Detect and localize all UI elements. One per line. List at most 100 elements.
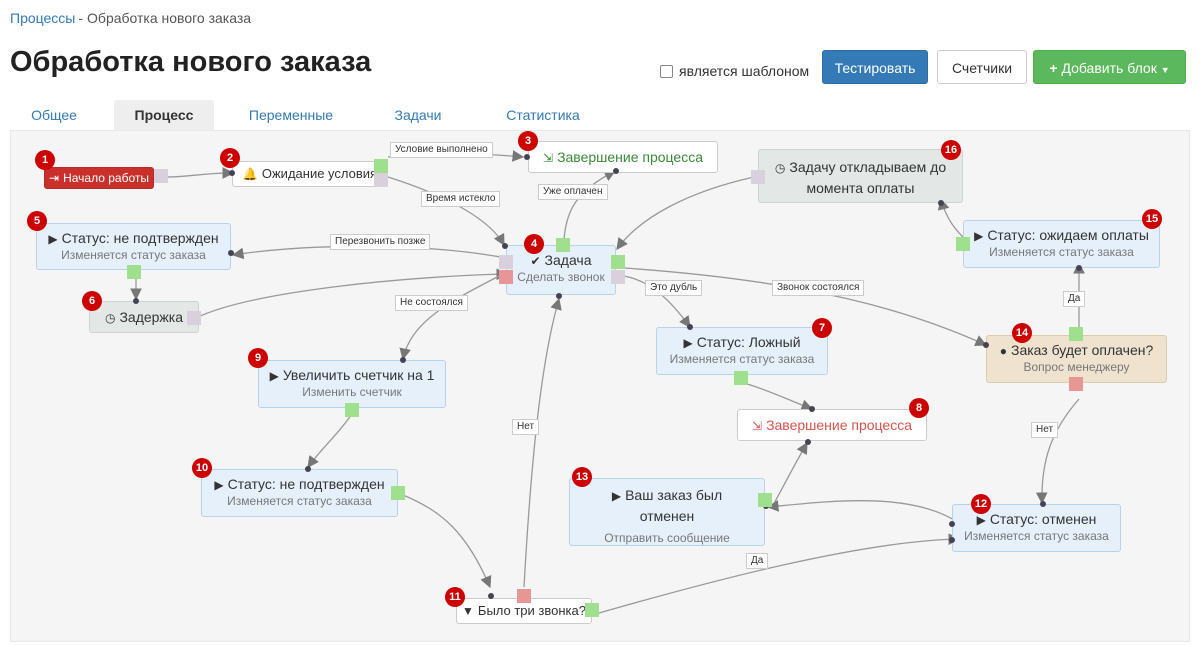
clock-icon: ◷ [774, 161, 786, 175]
node-title-line-2: момента оплаты [806, 180, 915, 196]
input-port[interactable] [305, 466, 311, 472]
output-port-duplicate[interactable] [611, 270, 625, 284]
node-wait-condition[interactable]: 🔔 Ожидание условия [232, 161, 388, 187]
node-number-badge: 1 [35, 150, 55, 170]
node-send-cancel-message[interactable]: ▶ Ваш заказ был отменен Отправить сообщен… [569, 478, 765, 546]
output-port[interactable] [127, 265, 141, 279]
node-title-row: ▶ Статус: не подтвержден [202, 476, 397, 492]
input-port[interactable] [1076, 265, 1082, 271]
input-port[interactable] [949, 537, 955, 543]
node-number-badge: 13 [572, 467, 592, 487]
node-will-be-paid-question[interactable]: ● Заказ будет оплачен? Вопрос менеджеру [986, 335, 1167, 383]
tab-tasks[interactable]: Задачи [382, 100, 454, 130]
check-icon: ✔ [530, 254, 541, 268]
input-port[interactable] [949, 521, 955, 527]
input-port[interactable] [1040, 501, 1046, 507]
breadcrumb-current: Обработка нового заказа [87, 10, 252, 26]
output-port[interactable] [956, 237, 970, 251]
link-label-already-paid: Уже оплачен [538, 184, 608, 200]
play-icon: ▶ [976, 513, 986, 527]
tab-process[interactable]: Процесс [114, 100, 214, 130]
play-icon: ▶ [269, 369, 279, 383]
output-port-condition[interactable] [374, 159, 388, 173]
test-button[interactable]: Тестировать [822, 50, 928, 84]
node-task-call[interactable]: ✔ Задача Сделать звонок [506, 245, 616, 295]
node-title-row: ▶ Увеличить счетчик на 1 [259, 367, 445, 383]
node-increment-counter[interactable]: ▶ Увеличить счетчик на 1 Изменить счетчик [258, 360, 446, 408]
add-block-label: Добавить блок [1061, 60, 1157, 76]
input-port[interactable] [133, 298, 139, 304]
add-block-button[interactable]: + Добавить блок ▼ [1033, 50, 1186, 84]
output-port-yes[interactable] [585, 603, 599, 617]
input-port[interactable] [488, 593, 494, 599]
tab-variables[interactable]: Переменные [236, 100, 346, 130]
template-checkbox[interactable] [660, 64, 673, 78]
input-port[interactable] [938, 200, 944, 206]
tab-general[interactable]: Общее [10, 100, 98, 130]
sign-out-icon: ⇲ [752, 419, 763, 433]
breadcrumb-separator: - [78, 10, 84, 26]
node-status-unconfirmed-2[interactable]: ▶ Статус: не подтвержден Изменяется стату… [201, 469, 398, 517]
output-port[interactable] [154, 169, 168, 183]
node-title-row: ◷ Задачу откладываем до [759, 157, 962, 178]
input-port[interactable] [983, 342, 989, 348]
output-port[interactable] [751, 170, 765, 184]
connection-lines [130, 150, 1085, 614]
node-subtitle: Изменяется статус заказа [989, 245, 1134, 259]
output-port[interactable] [391, 486, 405, 500]
input-port[interactable] [229, 170, 235, 176]
input-port[interactable] [524, 154, 530, 160]
output-port-held[interactable] [611, 255, 625, 269]
node-subtitle: Отправить сообщение [604, 531, 730, 545]
node-title-row: ● Заказ будет оплачен? [987, 342, 1166, 358]
output-port-call-later[interactable] [499, 255, 513, 269]
node-number-badge: 11 [445, 587, 465, 607]
node-status-false[interactable]: ▶ Статус: Ложный Изменяется статус заказа [656, 327, 828, 375]
node-status-unconfirmed-1[interactable]: ▶ Статус: не подтвержден Изменяется стату… [36, 223, 231, 270]
input-port[interactable] [687, 324, 693, 330]
node-title-row: ▶ Статус: ожидаем оплаты [964, 227, 1159, 243]
input-port[interactable] [809, 406, 815, 412]
node-title: Завершение процесса [766, 417, 912, 433]
node-title-row: ▶ Статус: Ложный [657, 334, 827, 350]
output-port[interactable] [345, 403, 359, 417]
node-number-badge: 12 [971, 494, 991, 514]
template-checkbox-row[interactable]: является шаблоном [660, 63, 809, 79]
tab-statistics[interactable]: Статистика [488, 100, 598, 130]
counters-button[interactable]: Счетчики [937, 50, 1027, 84]
template-checkbox-label: является шаблоном [679, 63, 810, 79]
input-port[interactable] [502, 243, 508, 249]
node-delay[interactable]: ◷ Задержка [89, 301, 199, 333]
input-port[interactable] [400, 357, 406, 363]
user-icon: ● [999, 344, 1007, 358]
node-start[interactable]: ⇥ Начало работы [44, 167, 154, 189]
output-port[interactable] [187, 311, 201, 325]
node-status-awaiting-payment[interactable]: ▶ Статус: ожидаем оплаты Изменяется стату… [963, 220, 1160, 268]
output-port-no[interactable] [517, 589, 531, 603]
input-port[interactable] [613, 168, 619, 174]
play-icon: ▶ [611, 489, 622, 503]
node-end-process-2[interactable]: ⇲ Завершение процесса [737, 409, 927, 441]
breadcrumb-link-processes[interactable]: Процессы [10, 10, 75, 26]
node-title-row: ▶ Статус: не подтвержден [37, 230, 230, 246]
input-port[interactable] [805, 439, 811, 445]
input-port[interactable] [556, 293, 562, 299]
link-label-call-held: Звонок состоялся [772, 280, 865, 296]
node-subtitle: Вопрос менеджеру [1023, 360, 1130, 374]
output-port-yes[interactable] [1069, 327, 1083, 341]
input-port[interactable] [228, 250, 234, 256]
node-subtitle: Изменяется статус заказа [964, 529, 1109, 543]
node-title: Статус: отменен [989, 511, 1097, 527]
output-port-no[interactable] [1069, 377, 1083, 391]
output-port[interactable] [758, 493, 772, 507]
process-canvas[interactable]: Условие выполнено Время истекло Уже опла… [10, 130, 1190, 642]
output-port-paid[interactable] [556, 238, 570, 252]
node-postpone-task[interactable]: ◷ Задачу откладываем до момента оплаты [758, 149, 963, 203]
link-label-time-expired: Время истекло [421, 191, 501, 207]
node-number-badge: 4 [524, 234, 544, 254]
output-port-not-held[interactable] [499, 270, 513, 284]
output-port-timeout[interactable] [374, 173, 388, 187]
node-end-process-1[interactable]: ⇲ Завершение процесса [528, 141, 718, 173]
output-port[interactable] [734, 371, 748, 385]
node-number-badge: 15 [1142, 209, 1162, 229]
